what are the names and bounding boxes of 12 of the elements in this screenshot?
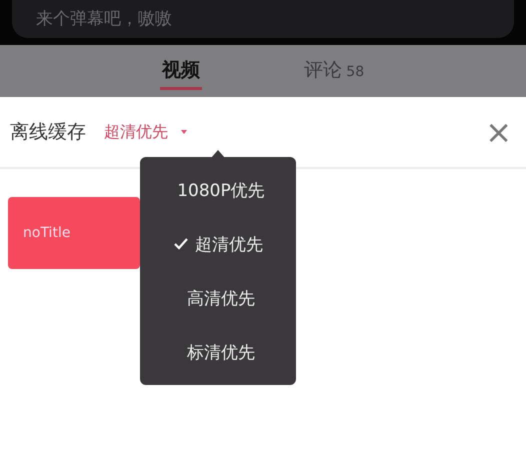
tab[interactable]: 视频 [160,52,202,90]
close-button[interactable]: × [481,113,516,151]
comment-input-field[interactable]: 来个弹幕吧，嗷嗷 [12,0,514,38]
tab[interactable]: 评论 58 [302,52,366,90]
menu-item[interactable]: 超清优先 [140,217,296,271]
menu-item[interactable]: 标清优先 [140,325,296,379]
quality-dropdown[interactable]: 超清优先 [104,122,188,142]
menu-item[interactable]: 1080P优先 [140,163,296,217]
caret-icon [180,129,188,135]
sheet-title: 离线缓存 [10,120,86,145]
video-card[interactable]: noTitle [8,197,140,269]
menu-item[interactable]: 高清优先 [140,271,296,325]
